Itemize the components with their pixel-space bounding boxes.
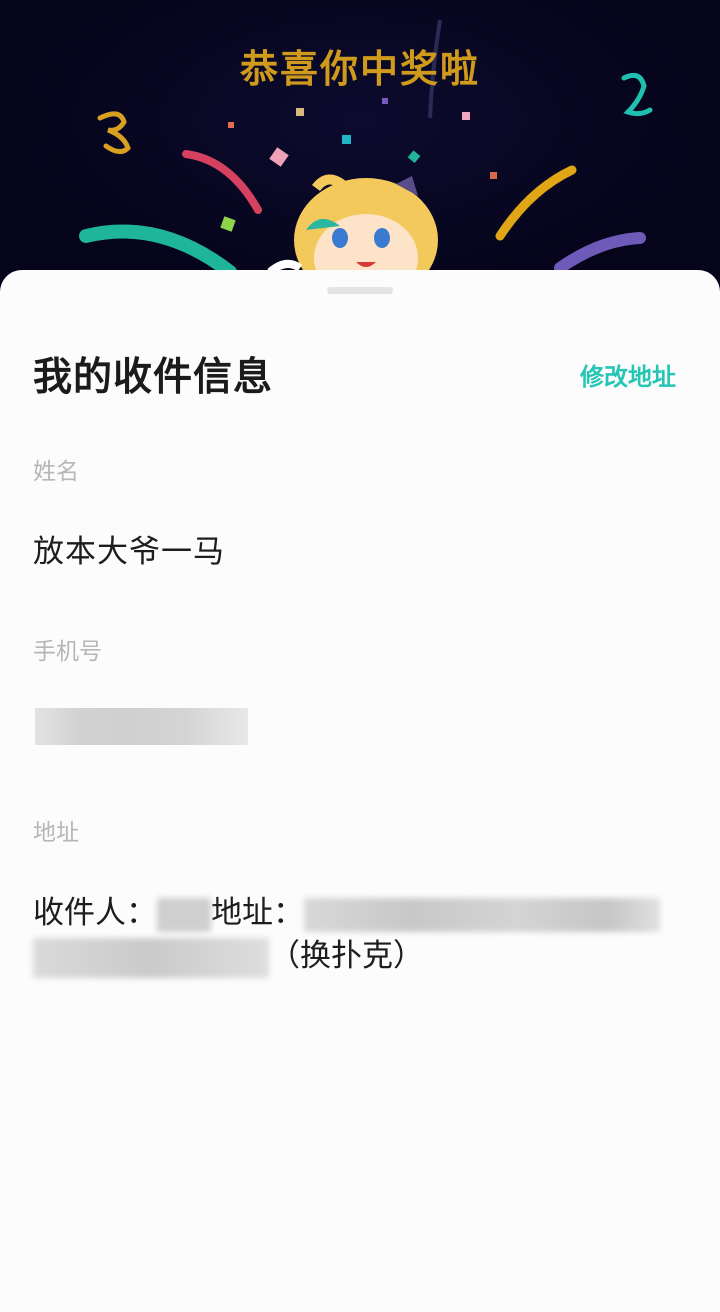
address-label: 地址 (33, 820, 79, 846)
prize-claim-screen: 恭喜你中奖啦 我的收件信息 修改地址 姓名 放本大爷一马 手机号 地址 收件人：… (0, 0, 720, 1312)
address-line-2: （换扑克） (33, 930, 424, 978)
address-field-label: 地址： (211, 895, 304, 931)
name-label: 姓名 (33, 459, 79, 485)
phone-label: 手机号 (33, 639, 102, 665)
name-value: 放本大爷一马 (33, 534, 225, 570)
celebration-banner: 恭喜你中奖啦 (0, 0, 720, 300)
edit-address-link[interactable]: 修改地址 (580, 357, 676, 392)
address-continued-redacted (33, 937, 269, 978)
address-note: （换扑克） (269, 938, 424, 974)
street-address-redacted (304, 897, 660, 932)
shipping-info-sheet: 我的收件信息 修改地址 姓名 放本大爷一马 手机号 地址 收件人： 地址： （换扑… (0, 270, 720, 1312)
address-line-1: 收件人： 地址： (33, 887, 660, 932)
congratulations-title: 恭喜你中奖啦 (239, 47, 480, 91)
sheet-title: 我的收件信息 (33, 355, 274, 400)
sheet-drag-handle[interactable] (327, 287, 393, 294)
phone-value-redacted (35, 708, 248, 745)
recipient-label: 收件人： (33, 895, 157, 931)
recipient-name-redacted (157, 897, 211, 932)
